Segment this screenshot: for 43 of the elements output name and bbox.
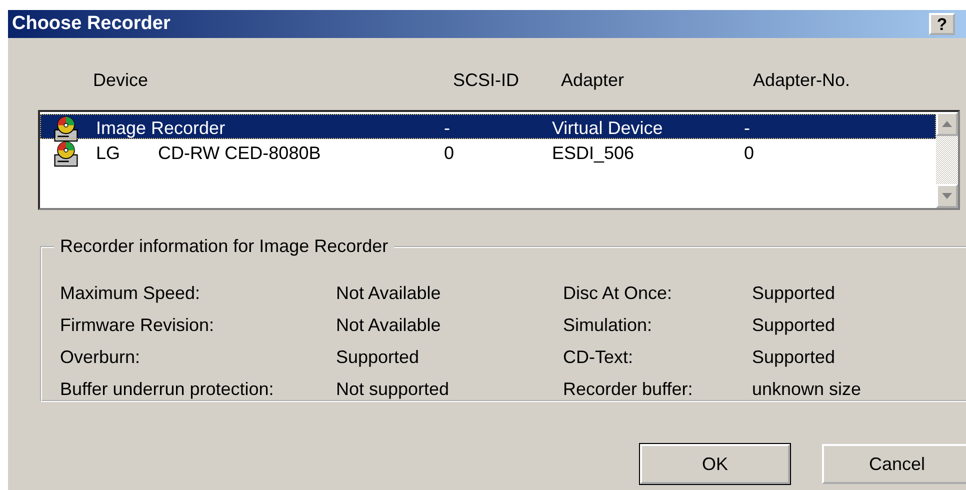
adapter-cell-text: ESDI_506	[551, 142, 636, 164]
scsi-id-cell-text: 0	[443, 142, 456, 164]
column-header: Device	[93, 70, 150, 90]
scrollbar[interactable]	[936, 112, 958, 208]
group-title: Recorder information for Image Recorder	[54, 236, 394, 257]
column-header: SCSI-ID	[453, 70, 520, 90]
info-value: Supported	[752, 314, 836, 337]
info-label: Buffer underrun protection:	[60, 378, 275, 401]
info-label: Recorder buffer:	[563, 378, 694, 401]
up-arrow-icon	[942, 121, 952, 127]
info-label: Maximum Speed:	[60, 282, 202, 305]
scroll-down-button[interactable]	[936, 184, 958, 208]
info-label: Overburn:	[60, 346, 142, 369]
help-button[interactable]: ?	[929, 13, 955, 35]
column-header: Adapter-No.	[753, 70, 852, 90]
info-value: Not Available	[336, 282, 442, 305]
info-value: Supported	[752, 346, 836, 369]
info-value: Not supported	[336, 378, 450, 401]
scroll-up-button[interactable]	[936, 112, 958, 136]
info-value: Not Available	[336, 314, 442, 337]
info-value: unknown size	[752, 378, 862, 401]
device-row[interactable]: Image Recorder - Virtual Device -	[40, 114, 936, 139]
cd-drive-icon	[52, 139, 80, 167]
adapter-no-cell-text: 0	[743, 142, 756, 164]
adapter-cell-text: Virtual Device	[551, 118, 664, 138]
column-header: Adapter	[561, 70, 626, 90]
window-title: Choose Recorder	[12, 13, 170, 35]
info-label: Firmware Revision:	[60, 314, 216, 337]
device-model: CD-RW CED-8080B	[158, 142, 321, 164]
info-label: CD-Text:	[563, 346, 634, 369]
cancel-button[interactable]: Cancel	[822, 444, 966, 484]
info-value: Supported	[336, 346, 420, 369]
device-vendor: Image Recorder	[96, 118, 226, 138]
down-arrow-icon	[942, 193, 952, 199]
info-label: Disc At Once:	[563, 282, 674, 305]
cd-drive-icon	[52, 114, 80, 142]
device-vendor: LG	[96, 142, 120, 164]
info-label: Simulation:	[563, 314, 654, 337]
device-row[interactable]: LG CD-RW CED-8080B 0 ESDI_506 0	[40, 139, 936, 164]
scsi-id-cell-text: -	[443, 118, 451, 138]
info-value: Supported	[752, 282, 836, 305]
ok-button[interactable]: OK	[640, 444, 790, 484]
adapter-no-cell-text: -	[743, 118, 751, 138]
